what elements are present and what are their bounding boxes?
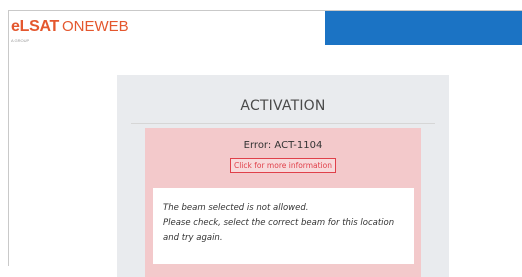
logo-product-text: ONEWEB [62, 18, 129, 35]
error-box: Error: ACT-1104 Click for more informati… [145, 128, 421, 277]
header-accent-band [325, 11, 522, 45]
more-info-link[interactable]: Click for more information [230, 158, 336, 173]
title-divider [131, 123, 435, 124]
brand-logo[interactable]: eLSAT ONEWEB [11, 16, 129, 36]
header: eLSAT ONEWEB A GROUP [9, 11, 522, 45]
error-message-line-2: Please check, select the correct beam fo… [163, 218, 395, 228]
error-code: Error: ACT-1104 [243, 140, 323, 151]
app-frame: eLSAT ONEWEB A GROUP ACTIVATION Error: AC… [8, 10, 522, 277]
panel-title: ACTIVATION [240, 98, 326, 114]
logo-brand-text: eLSAT [11, 18, 59, 35]
activation-panel: ACTIVATION Error: ACT-1104 Click for mor… [117, 75, 449, 277]
error-message-line-1: The beam selected is not allowed. [163, 203, 309, 213]
logo-subtitle: A GROUP [11, 38, 30, 43]
error-message-box: The beam selected is not allowed. Please… [153, 188, 414, 264]
error-message-line-3: and try again. [163, 233, 223, 243]
